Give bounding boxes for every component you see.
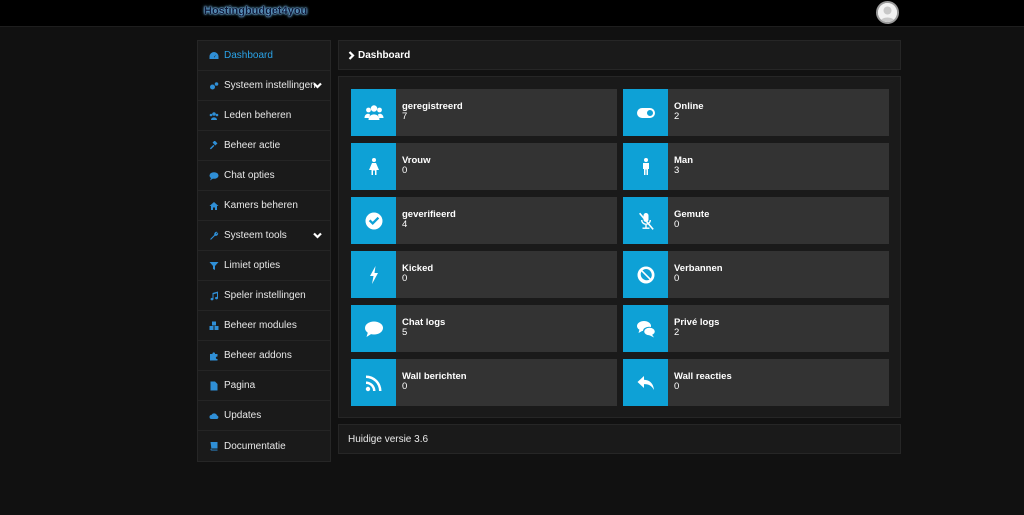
sidebar-item-label: Systeem tools (224, 230, 287, 241)
breadcrumb: Dashboard (338, 40, 901, 70)
gavel-icon (208, 140, 219, 151)
bolt-icon (351, 251, 396, 298)
sidebar-item-systeem-tools[interactable]: Systeem tools (198, 221, 330, 251)
breadcrumb-label: Dashboard (358, 49, 411, 61)
avatar-icon (878, 3, 897, 22)
sidebar-item-label: Leden beheren (224, 110, 292, 121)
comments-icon (623, 305, 668, 352)
users-icon (208, 110, 219, 121)
sidebar-item-label: Systeem instellingen (224, 80, 316, 91)
stat-count: 0 (674, 381, 680, 392)
version-text: Huidige versie 3.6 (348, 433, 429, 445)
sidebar-item-label: Kamers beheren (224, 200, 298, 211)
music-icon (208, 290, 219, 301)
cloud-download-icon (208, 410, 219, 421)
user-avatar[interactable] (876, 1, 899, 24)
comment-icon (351, 305, 396, 352)
stat-title: Privé logs (674, 317, 720, 328)
file-icon (208, 380, 219, 391)
stat-card-prive-logs[interactable]: Privé logs 2 (623, 305, 889, 352)
stat-title: geregistreerd (402, 101, 463, 112)
sidebar-item-documentatie[interactable]: Documentatie (198, 431, 330, 461)
stat-title: Wall berichten (402, 371, 467, 382)
stat-title: Gemute (674, 209, 710, 220)
sidebar-menu: Dashboard Systeem instellingen Leden beh… (197, 40, 331, 462)
sidebar-item-label: Updates (224, 410, 262, 421)
stat-count: 0 (402, 273, 408, 284)
stat-card-kicked[interactable]: Kicked 0 (351, 251, 617, 298)
dashboard-icon (208, 50, 219, 61)
stat-title: Wall reacties (674, 371, 732, 382)
users-icon (351, 89, 396, 136)
sidebar-item-label: Limiet opties (224, 260, 281, 271)
sidebar-item-chat-opties[interactable]: Chat opties (198, 161, 330, 191)
chevron-down-icon[interactable] (313, 231, 322, 240)
sidebar-item-label: Beheer addons (224, 350, 292, 361)
stat-card-chat-logs[interactable]: Chat logs 5 (351, 305, 617, 352)
stat-title: Verbannen (674, 263, 723, 274)
stat-card-wall-reacties[interactable]: Wall reacties 0 (623, 359, 889, 406)
microphone-slash-icon (623, 197, 668, 244)
stat-count: 0 (402, 381, 408, 392)
sidebar-item-label: Chat opties (224, 170, 275, 181)
stat-title: geverifieerd (402, 209, 456, 220)
cogs-icon (208, 80, 219, 91)
stat-count: 2 (674, 327, 680, 338)
stats-panel: geregistreerd 7 Online 2 Vrouw 0 Man 3 g… (338, 76, 901, 418)
brand-logo[interactable]: Hostingbudget4you (204, 5, 307, 17)
wrench-icon (208, 230, 219, 241)
stat-title: Chat logs (402, 317, 446, 328)
sidebar-item-pagina[interactable]: Pagina (198, 371, 330, 401)
cubes-icon (208, 320, 219, 331)
sidebar-item-beheer-addons[interactable]: Beheer addons (198, 341, 330, 371)
filter-icon (208, 260, 219, 271)
stat-count: 3 (674, 165, 680, 176)
chevron-right-icon (348, 50, 355, 60)
stat-count: 7 (402, 111, 408, 122)
stat-count: 0 (674, 219, 680, 230)
stat-card-man[interactable]: Man 3 (623, 143, 889, 190)
stat-card-gemute[interactable]: Gemute 0 (623, 197, 889, 244)
stat-count: 4 (402, 219, 408, 230)
puzzle-icon (208, 350, 219, 361)
sidebar-item-beheer-modules[interactable]: Beheer modules (198, 311, 330, 341)
chevron-down-icon[interactable] (313, 81, 322, 90)
stat-card-geregistreerd[interactable]: geregistreerd 7 (351, 89, 617, 136)
sidebar-item-label: Pagina (224, 380, 256, 391)
book-icon (208, 441, 219, 452)
stat-card-wall-berichten[interactable]: Wall berichten 0 (351, 359, 617, 406)
sidebar-item-speler-instellingen[interactable]: Speler instellingen (198, 281, 330, 311)
stat-count: 2 (674, 111, 680, 122)
top-bar: Hostingbudget4you (0, 0, 1024, 27)
sidebar-item-dashboard[interactable]: Dashboard (198, 41, 330, 71)
ban-icon (623, 251, 668, 298)
stat-count: 0 (402, 165, 408, 176)
sidebar-item-label: Documentatie (224, 440, 286, 452)
stat-card-vrouw[interactable]: Vrouw 0 (351, 143, 617, 190)
female-icon (351, 143, 396, 190)
stat-count: 5 (402, 327, 408, 338)
stat-card-online[interactable]: Online 2 (623, 89, 889, 136)
sidebar-item-beheer-actie[interactable]: Beheer actie (198, 131, 330, 161)
stat-count: 0 (674, 273, 680, 284)
reply-icon (623, 359, 668, 406)
sidebar-item-leden-beheren[interactable]: Leden beheren (198, 101, 330, 131)
rss-icon (351, 359, 396, 406)
comment-icon (208, 170, 219, 181)
sidebar-item-systeem-instellingen[interactable]: Systeem instellingen (198, 71, 330, 101)
sidebar-item-limiet-opties[interactable]: Limiet opties (198, 251, 330, 281)
sidebar-item-label: Beheer modules (224, 320, 297, 331)
male-icon (623, 143, 668, 190)
toggle-on-icon (623, 89, 668, 136)
sidebar-item-kamers-beheren[interactable]: Kamers beheren (198, 191, 330, 221)
sidebar-item-label: Beheer actie (224, 140, 281, 151)
home-icon (208, 200, 219, 211)
sidebar-item-label: Dashboard (224, 50, 273, 61)
version-footer: Huidige versie 3.6 (338, 424, 901, 454)
stat-card-verbannen[interactable]: Verbannen 0 (623, 251, 889, 298)
sidebar-item-updates[interactable]: Updates (198, 401, 330, 431)
sidebar-item-label: Speler instellingen (224, 290, 306, 301)
check-circle-icon (351, 197, 396, 244)
stat-card-geverifieerd[interactable]: geverifieerd 4 (351, 197, 617, 244)
